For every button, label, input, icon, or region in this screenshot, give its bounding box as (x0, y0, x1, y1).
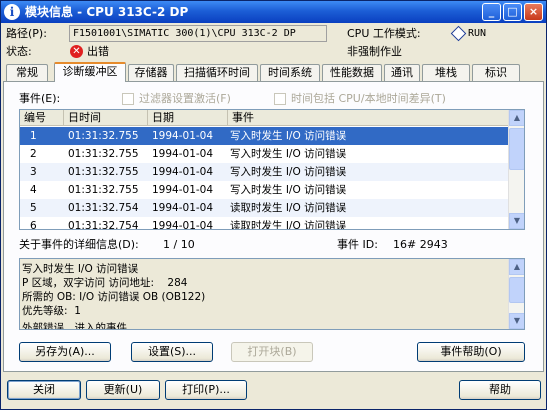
table-row[interactable]: 6 01:31:32.754 1994-01-04 读取时发生 I/O 访问错误 (20, 217, 510, 230)
column-header-no[interactable]: 编号 (20, 110, 64, 126)
event-list-header: 编号 日时间 日期 事件 (20, 110, 510, 126)
detail-line: P 区域，双字访问 访问地址: 284 (22, 277, 188, 289)
time-diff-checkbox[interactable] (274, 93, 286, 105)
column-header-date[interactable]: 日期 (148, 110, 228, 126)
event-list-scrollbar[interactable]: ▲ ▼ (508, 110, 524, 229)
row-time: 01:31:32.755 (68, 166, 139, 178)
scroll-up-icon[interactable]: ▲ (509, 259, 524, 275)
details-label: 关于事件的详细信息(D): (19, 238, 139, 251)
details-counter: 1 / 10 (163, 238, 195, 251)
close-window-button[interactable]: × (524, 3, 543, 21)
row-date: 1994-01-04 (152, 130, 214, 142)
help-button[interactable]: 帮助 (459, 380, 541, 400)
row-time: 01:31:32.754 (68, 220, 139, 230)
tab-memory[interactable]: 存储器 (128, 64, 174, 82)
row-event: 读取时发生 I/O 访问错误 (230, 220, 347, 230)
row-no: 4 (30, 184, 37, 196)
print-button[interactable]: 打印(P)... (165, 380, 247, 400)
run-mode-icon (450, 25, 467, 42)
path-field: F1501001\SIMATIC 300(1)\CPU 313C-2 DP (69, 25, 327, 42)
table-row[interactable]: 1 01:31:32.755 1994-01-04 写入时发生 I/O 访问错误 (20, 127, 510, 145)
table-row[interactable]: 5 01:31:32.754 1994-01-04 读取时发生 I/O 访问错误 (20, 199, 510, 217)
scroll-thumb[interactable] (509, 277, 524, 303)
row-event: 写入时发生 I/O 访问错误 (230, 130, 347, 142)
row-no: 2 (30, 148, 37, 160)
detail-line: 优先等级: 1 (22, 305, 81, 317)
cpu-mode-value: RUN (468, 28, 487, 39)
row-time: 01:31:32.754 (68, 202, 139, 214)
settings-button[interactable]: 设置(S)... (131, 342, 213, 362)
row-no: 6 (30, 220, 37, 230)
filter-label: 过滤器设置激活(F) (139, 92, 231, 105)
row-date: 1994-01-04 (152, 166, 214, 178)
row-date: 1994-01-04 (152, 148, 214, 160)
scroll-up-icon[interactable]: ▲ (509, 110, 524, 126)
row-event: 写入时发生 I/O 访问错误 (230, 148, 347, 160)
detail-line: 所需的 OB: I/O 访问错误 OB (OB122) (22, 291, 206, 303)
table-row[interactable]: 2 01:31:32.755 1994-01-04 写入时发生 I/O 访问错误 (20, 145, 510, 163)
scroll-down-icon[interactable]: ▼ (509, 213, 524, 229)
tab-identification[interactable]: 标识 (472, 64, 520, 82)
title-bar[interactable]: i 模块信息 - CPU 313C-2 DP _ □ × (1, 1, 546, 23)
event-list[interactable]: 编号 日时间 日期 事件 1 01:31:32.755 1994-01-04 写… (19, 109, 525, 230)
row-event: 读取时发生 I/O 访问错误 (230, 202, 347, 214)
module-info-window: i 模块信息 - CPU 313C-2 DP _ □ × 路径(P): F150… (0, 0, 547, 410)
maximize-button[interactable]: □ (503, 3, 522, 21)
tab-performance-data[interactable]: 性能数据 (322, 64, 382, 82)
column-header-time[interactable]: 日时间 (64, 110, 148, 126)
column-header-event[interactable]: 事件 (228, 110, 510, 126)
detail-line: 写入时发生 I/O 访问错误 (22, 263, 139, 275)
time-diff-label: 时间包括 CPU/本地时间差异(T) (291, 92, 446, 105)
row-no: 3 (30, 166, 37, 178)
scroll-down-icon[interactable]: ▼ (509, 313, 524, 329)
row-time: 01:31:32.755 (68, 148, 139, 160)
details-scrollbar[interactable]: ▲ ▼ (508, 259, 524, 329)
cpu-mode-label: CPU 工作模式: (347, 27, 421, 40)
status-value: 出错 (87, 45, 109, 58)
tab-scan-cycle-time[interactable]: 扫描循环时间 (176, 64, 258, 82)
row-time: 01:31:32.755 (68, 130, 139, 142)
window-title: 模块信息 - CPU 313C-2 DP (25, 5, 189, 19)
tab-general[interactable]: 常规 (6, 64, 48, 82)
table-row[interactable]: 4 01:31:32.755 1994-01-04 写入时发生 I/O 访问错误 (20, 181, 510, 199)
row-no: 1 (30, 130, 37, 142)
row-date: 1994-01-04 (152, 184, 214, 196)
path-label: 路径(P): (6, 27, 47, 40)
tab-diagnostic-buffer[interactable]: 诊断缓冲区 (54, 62, 126, 82)
minimize-button[interactable]: _ (482, 3, 501, 21)
event-id-value: 16# 2943 (393, 238, 448, 251)
tab-communication[interactable]: 通讯 (384, 64, 420, 82)
row-event: 写入时发生 I/O 访问错误 (230, 166, 347, 178)
close-button[interactable]: 关闭 (7, 380, 81, 400)
save-as-button[interactable]: 另存为(A)... (19, 342, 111, 362)
status-label: 状态: (6, 45, 32, 58)
info-icon: i (4, 4, 20, 20)
row-no: 5 (30, 202, 37, 214)
row-date: 1994-01-04 (152, 202, 214, 214)
filter-checkbox[interactable] (122, 93, 134, 105)
event-id-label: 事件 ID: (337, 238, 378, 251)
row-event: 写入时发生 I/O 访问错误 (230, 184, 347, 196)
tab-time-system[interactable]: 时间系统 (260, 64, 320, 82)
tab-stack[interactable]: 堆栈 (422, 64, 470, 82)
event-help-button[interactable]: 事件帮助(O) (417, 342, 525, 362)
error-icon: ✕ (70, 45, 83, 58)
detail-line: 外部错误，进入的事件 (22, 322, 127, 330)
scroll-thumb[interactable] (509, 128, 524, 170)
update-button[interactable]: 更新(U) (86, 380, 160, 400)
table-row[interactable]: 3 01:31:32.755 1994-01-04 写入时发生 I/O 访问错误 (20, 163, 510, 181)
events-label: 事件(E): (19, 92, 61, 105)
event-details-box[interactable]: 写入时发生 I/O 访问错误 P 区域，双字访问 访问地址: 284 所需的 O… (19, 258, 525, 330)
open-block-button[interactable]: 打开块(B) (231, 342, 313, 362)
row-time: 01:31:32.755 (68, 184, 139, 196)
force-status: 非强制作业 (347, 45, 402, 58)
row-date: 1994-01-04 (152, 220, 214, 230)
